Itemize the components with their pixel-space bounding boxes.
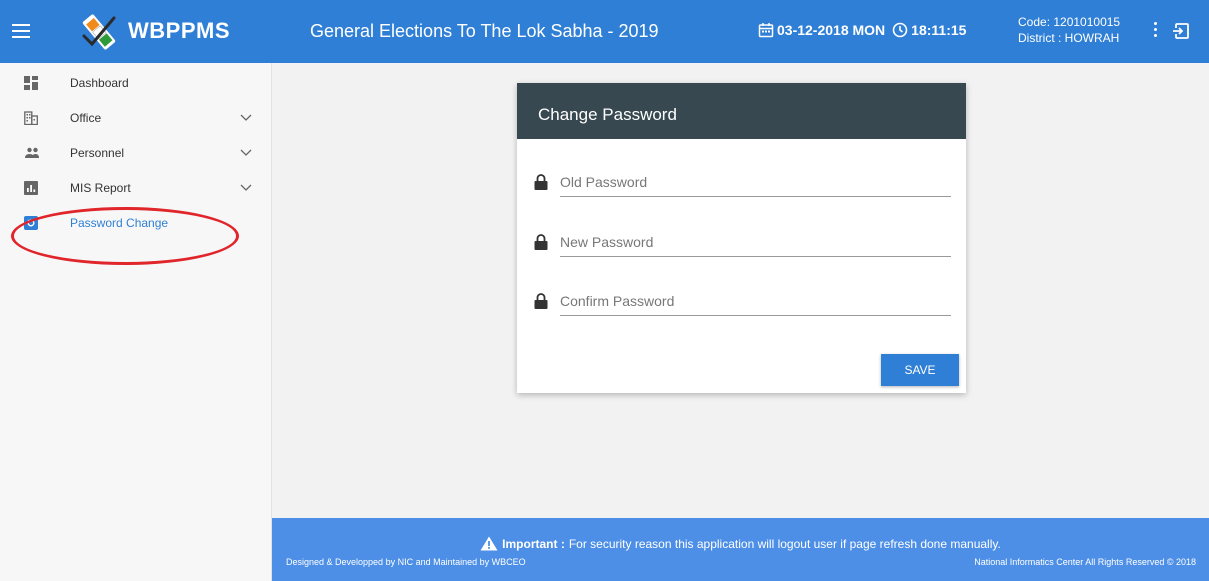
page-title: General Elections To The Lok Sabha - 201… bbox=[310, 21, 659, 41]
clock-icon bbox=[892, 22, 908, 38]
sidebar: Dashboard Office Personnel MIS Report Pa… bbox=[0, 63, 272, 581]
dashboard-icon bbox=[24, 76, 38, 90]
save-button[interactable]: SAVE bbox=[881, 354, 959, 386]
chevron-down-icon bbox=[240, 149, 252, 156]
sidebar-item-office[interactable]: Office bbox=[0, 101, 272, 135]
sidebar-item-label: Dashboard bbox=[70, 76, 129, 90]
date-time-display: 03-12-2018 MON 18:11:15 bbox=[758, 22, 966, 38]
sidebar-item-password-change[interactable]: Password Change bbox=[0, 206, 272, 240]
chevron-down-icon bbox=[240, 184, 252, 191]
sidebar-item-personnel[interactable]: Personnel bbox=[0, 136, 272, 170]
sidebar-item-label: MIS Report bbox=[70, 181, 131, 195]
lock-icon bbox=[534, 234, 548, 250]
brand-name: WBPPMS bbox=[128, 18, 230, 43]
footer-credits: Designed & Developped by NIC and Maintai… bbox=[286, 557, 526, 567]
hamburger-menu-icon[interactable] bbox=[10, 20, 32, 44]
office-building-icon bbox=[24, 111, 38, 125]
new-password-field-group bbox=[517, 225, 966, 265]
user-info: Code: 1201010015 District : HOWRAH bbox=[1018, 14, 1120, 46]
password-reset-icon bbox=[24, 216, 38, 230]
footer-copyright: National Informatics Center All Rights R… bbox=[974, 557, 1196, 567]
old-password-input[interactable] bbox=[560, 167, 951, 197]
chevron-down-icon bbox=[240, 114, 252, 121]
important-label: Important : bbox=[502, 536, 565, 551]
lock-icon bbox=[534, 174, 548, 190]
bar-chart-icon bbox=[24, 181, 38, 195]
current-date: 03-12-2018 MON bbox=[777, 22, 886, 38]
confirm-password-field-group bbox=[517, 284, 966, 324]
lock-icon bbox=[534, 293, 548, 309]
people-icon bbox=[25, 147, 39, 158]
current-time: 18:11:15 bbox=[911, 22, 967, 38]
new-password-input[interactable] bbox=[560, 227, 951, 257]
user-code: Code: 1201010015 bbox=[1018, 15, 1121, 29]
sidebar-item-mis-report[interactable]: MIS Report bbox=[0, 171, 272, 205]
sidebar-item-dashboard[interactable]: Dashboard bbox=[0, 66, 272, 100]
top-header: WBPPMS General Elections To The Lok Sabh… bbox=[0, 0, 1209, 63]
footer: Important : For security reason this app… bbox=[272, 518, 1209, 581]
sidebar-item-label: Personnel bbox=[70, 146, 125, 160]
sidebar-item-label: Password Change bbox=[70, 216, 169, 230]
ballot-logo-icon bbox=[82, 14, 116, 50]
security-notice: Important : For security reason this app… bbox=[272, 536, 1209, 551]
more-options-icon[interactable] bbox=[1150, 20, 1160, 42]
warning-icon bbox=[480, 536, 498, 551]
confirm-password-input[interactable] bbox=[560, 286, 951, 316]
old-password-field-group bbox=[517, 165, 966, 205]
sidebar-item-label: Office bbox=[70, 111, 102, 125]
card-title: Change Password bbox=[517, 83, 966, 139]
change-password-card: Change Password SAVE bbox=[517, 83, 966, 393]
user-district: District : HOWRAH bbox=[1018, 31, 1120, 45]
logout-icon[interactable] bbox=[1172, 22, 1190, 40]
important-text: For security reason this application wil… bbox=[568, 536, 1001, 551]
calendar-icon bbox=[758, 23, 774, 38]
